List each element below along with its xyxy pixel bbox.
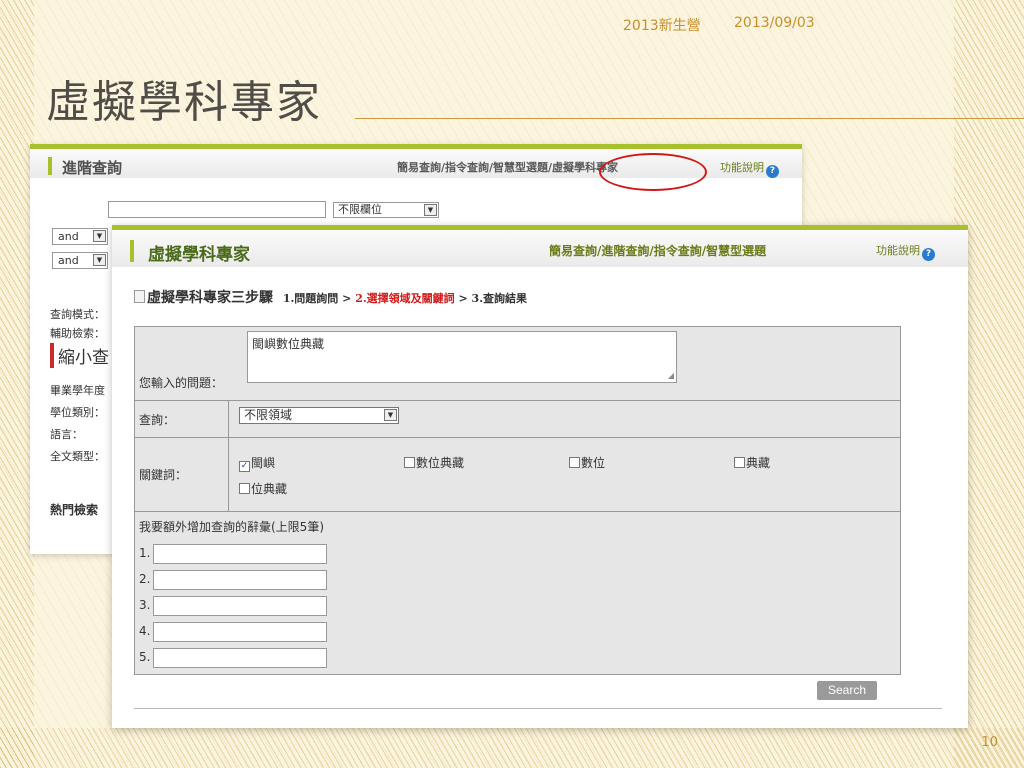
- extra-term-index: 4.: [139, 624, 151, 638]
- checkbox-icon[interactable]: [569, 457, 580, 468]
- front-help-label: 功能說明: [876, 244, 920, 257]
- keyword-option[interactable]: 典藏: [734, 454, 770, 471]
- back-field-select[interactable]: 不限欄位 ▼: [333, 202, 439, 218]
- header-accent: [48, 157, 52, 175]
- hot-search-label: 熱門檢索: [50, 503, 99, 517]
- extra-term-index: 5.: [139, 650, 151, 664]
- chevron-down-icon: ▼: [93, 254, 106, 266]
- keyword-text: 位典藏: [251, 482, 288, 496]
- domain-select[interactable]: 不限領域 ▼: [239, 407, 399, 424]
- question-row: 您輸入的問題： 閩嶼數位典藏 ◢: [135, 327, 900, 401]
- virtual-expert-header: 虛擬學科專家 簡易查詢/進階查詢/指令查詢/智慧型選題 功能說明?: [112, 225, 968, 267]
- checkbox-icon[interactable]: [404, 457, 415, 468]
- step-separator: >: [458, 292, 468, 305]
- extra-terms-row: 我要額外增加查詢的辭彙(上限5筆) 1. 2. 3. 4. 5.: [135, 512, 900, 674]
- keyword-text: 數位: [581, 456, 606, 470]
- extra-term-input-5[interactable]: [153, 648, 327, 668]
- checkbox-icon[interactable]: [734, 457, 745, 468]
- narrow-search-heading: 縮小查: [50, 343, 109, 368]
- virtual-expert-title: 虛擬學科專家: [148, 245, 250, 265]
- checkbox-checked-icon[interactable]: ✓: [239, 461, 250, 472]
- chevron-down-icon: ▼: [384, 409, 397, 421]
- back-help-label: 功能說明: [720, 161, 764, 174]
- keyword-text: 典藏: [746, 456, 771, 470]
- left-stripe-border: [0, 0, 34, 768]
- keyword-row: 關鍵詞： ✓ 閩嶼 數位典藏 數位 典藏 位典藏: [135, 438, 900, 512]
- query-form-table: 您輸入的問題： 閩嶼數位典藏 ◢ 查詢： 不限領域 ▼ 關鍵詞： ✓閩嶼 數位: [134, 326, 901, 675]
- step-1: 1.問題詢問: [282, 292, 339, 305]
- back-nav-links[interactable]: 簡易查詢/指令查詢/智慧型選題/虛擬學科專家: [397, 159, 618, 175]
- keyword-text: 數位典藏: [416, 456, 465, 470]
- extra-term-index: 3.: [139, 598, 151, 612]
- slide-header-date: 2013/09/03: [734, 15, 815, 31]
- bool-select-value: and: [58, 254, 79, 267]
- keyword-option[interactable]: 位典藏: [239, 480, 287, 497]
- domain-label-cell: 查詢：: [135, 401, 229, 437]
- checkbox-icon[interactable]: [239, 483, 250, 494]
- keyword-option[interactable]: 數位典藏: [404, 454, 464, 471]
- extra-term-input-2[interactable]: [153, 570, 327, 590]
- extra-term-input-3[interactable]: [153, 596, 327, 616]
- front-nav-links[interactable]: 簡易查詢/進階查詢/指令查詢/智慧型選題: [549, 242, 766, 259]
- extra-term-index: 2.: [139, 572, 151, 586]
- chevron-down-icon: ▼: [93, 230, 106, 242]
- degree-label: 學位類別：: [50, 406, 105, 419]
- question-textarea[interactable]: 閩嶼數位典藏 ◢: [247, 331, 677, 383]
- extra-term-input-1[interactable]: [153, 544, 327, 564]
- back-field-select-value: 不限欄位: [338, 203, 382, 216]
- front-help-link[interactable]: 功能說明?: [876, 242, 935, 261]
- keyword-label-cell: 關鍵詞：: [135, 438, 229, 511]
- extra-terms-title: 我要額外增加查詢的辭彙(上限5筆): [139, 520, 324, 534]
- step-separator: >: [342, 292, 352, 305]
- bottom-stripe-border: [0, 728, 1024, 768]
- slide-header-event: 2013新生營: [623, 18, 701, 34]
- help-icon: ?: [922, 248, 935, 261]
- chevron-down-icon: ▼: [424, 204, 437, 216]
- bottom-divider: [134, 708, 942, 709]
- domain-select-value: 不限領域: [244, 408, 293, 422]
- domain-row: 查詢： 不限領域 ▼: [135, 401, 900, 438]
- highlight-circle: [599, 153, 707, 191]
- step-3: 3.查詢結果: [471, 292, 528, 305]
- question-label: 您輸入的問題：: [139, 376, 224, 390]
- query-mode-label: 查詢模式：: [50, 308, 105, 321]
- back-search-input[interactable]: [108, 201, 326, 218]
- step-2-active: 2.選擇領域及關鍵詞: [355, 292, 455, 305]
- steps-breadcrumb: 虛擬學科專家三步驟 1.問題詢問 > 2.選擇領域及關鍵詞 > 3.查詢結果: [134, 287, 527, 307]
- steps-title: 虛擬學科專家三步驟: [147, 290, 273, 306]
- aux-search-label: 輔助檢索：: [50, 327, 105, 340]
- extra-term-input-4[interactable]: [153, 622, 327, 642]
- document-icon: [134, 290, 145, 303]
- keyword-option[interactable]: 數位: [569, 454, 605, 471]
- keyword-option[interactable]: ✓ 閩嶼: [239, 454, 275, 472]
- search-button[interactable]: Search: [817, 681, 877, 700]
- keyword-text: 閩嶼: [251, 456, 276, 470]
- keyword-label: 關鍵詞：: [139, 468, 188, 482]
- bool-select-2[interactable]: and ▼: [52, 252, 108, 269]
- fulltext-type-label: 全文類型：: [50, 450, 105, 463]
- page-number: 10: [981, 735, 998, 750]
- header-accent: [130, 240, 134, 262]
- language-label: 語言：: [50, 428, 83, 441]
- back-help-link[interactable]: 功能說明?: [720, 159, 779, 178]
- question-value: 閩嶼數位典藏: [252, 337, 325, 351]
- slide-title: 虛擬學科專家: [46, 77, 322, 128]
- virtual-expert-panel: 虛擬學科專家 簡易查詢/進階查詢/指令查詢/智慧型選題 功能說明? 虛擬學科專家…: [112, 225, 968, 728]
- query-label: 查詢：: [139, 413, 176, 427]
- help-icon: ?: [766, 165, 779, 178]
- grad-year-label: 畢業學年度: [50, 384, 105, 397]
- title-divider: [355, 118, 1024, 119]
- resize-handle-icon[interactable]: ◢: [668, 371, 674, 380]
- extra-term-index: 1.: [139, 546, 151, 560]
- bool-select-1[interactable]: and ▼: [52, 228, 108, 245]
- bool-select-value: and: [58, 230, 79, 243]
- advanced-search-title: 進階查詢: [62, 159, 123, 177]
